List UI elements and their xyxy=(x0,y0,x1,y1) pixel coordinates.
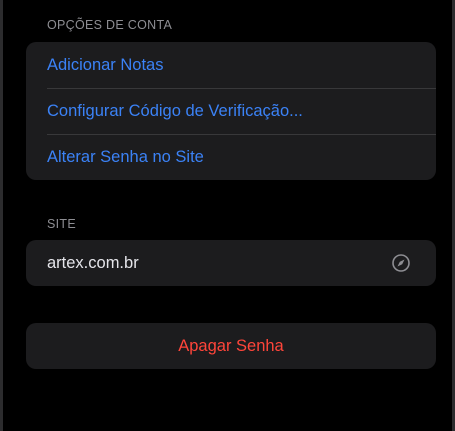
add-notes-button[interactable]: Adicionar Notas xyxy=(26,42,436,88)
site-header: SITE xyxy=(47,217,76,231)
delete-password-label: Apagar Senha xyxy=(178,336,284,355)
site-row[interactable]: artex.com.br xyxy=(26,240,436,286)
delete-password-button[interactable]: Apagar Senha xyxy=(26,323,436,369)
change-password-on-site-label: Alterar Senha no Site xyxy=(47,147,204,166)
add-notes-label: Adicionar Notas xyxy=(47,55,164,74)
setup-verification-code-button[interactable]: Configurar Código de Verificação... xyxy=(26,88,436,134)
site-value: artex.com.br xyxy=(47,253,139,272)
left-edge xyxy=(0,0,3,431)
setup-verification-code-label: Configurar Código de Verificação... xyxy=(47,101,303,120)
account-options-header: OPÇÕES DE CONTA xyxy=(47,18,173,32)
delete-password-group: Apagar Senha xyxy=(26,323,436,369)
account-options-group: Adicionar Notas Configurar Código de Ver… xyxy=(26,42,436,180)
change-password-on-site-button[interactable]: Alterar Senha no Site xyxy=(26,134,436,180)
compass-icon[interactable] xyxy=(391,253,411,273)
password-detail-screen: OPÇÕES DE CONTA Adicionar Notas Configur… xyxy=(0,0,455,431)
site-group: artex.com.br xyxy=(26,240,436,286)
